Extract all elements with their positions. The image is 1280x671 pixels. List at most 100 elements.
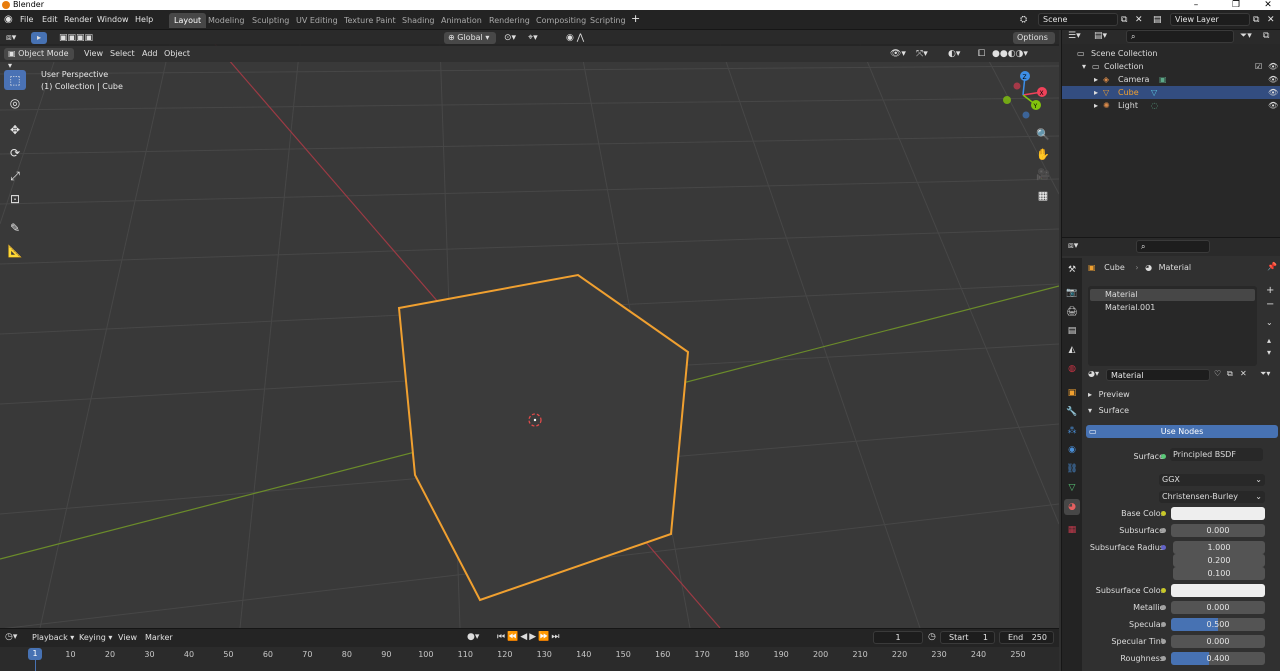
subsurface-radius-y-field[interactable]: 0.200 bbox=[1173, 554, 1265, 567]
selection-mode-icons[interactable]: ▣▣▣▣ bbox=[55, 32, 97, 44]
menu-edit[interactable]: Edit bbox=[42, 14, 58, 26]
tab-sculpting[interactable]: Sculpting bbox=[247, 13, 294, 28]
expand-arrow-icon[interactable]: ▾ bbox=[1082, 60, 1086, 73]
timeline-menu-marker[interactable]: Marker bbox=[141, 632, 177, 644]
rotate-tool[interactable]: ⟳ bbox=[4, 143, 26, 163]
options-dropdown[interactable]: Options ▾ bbox=[1013, 32, 1055, 54]
move-slot-up-icon[interactable]: ▴ bbox=[1267, 336, 1271, 345]
subsurface-field[interactable]: 0.000 bbox=[1171, 524, 1265, 537]
subsurface-color-swatch[interactable] bbox=[1171, 584, 1265, 597]
view-layer-selector[interactable]: View Layer bbox=[1170, 13, 1250, 26]
outliner-collection[interactable]: ▾ ▭ Collection ☑ 👁 bbox=[1062, 60, 1280, 73]
properties-search[interactable]: ⌕ bbox=[1136, 240, 1210, 253]
transform-tool[interactable]: ⊡ bbox=[4, 189, 26, 209]
render-tab-icon[interactable]: 📷 bbox=[1064, 285, 1080, 301]
ortho-grid-icon[interactable]: ▦ bbox=[1033, 185, 1053, 205]
record-icon[interactable]: ●▾ bbox=[467, 632, 479, 642]
subsurface-method-dropdown[interactable]: Christensen-Burley ⌄ bbox=[1159, 491, 1265, 503]
subsurface-radius-z-field[interactable]: 0.100 bbox=[1173, 567, 1265, 580]
move-slot-down-icon[interactable]: ▾ bbox=[1267, 348, 1271, 357]
close-icon[interactable]: ✕ bbox=[1256, 0, 1280, 10]
outliner-search[interactable]: ⌕ bbox=[1126, 30, 1234, 43]
viewport-menu-view[interactable]: View bbox=[80, 48, 107, 60]
navigation-gizmo[interactable]: X Y Z bbox=[998, 70, 1058, 130]
use-nodes-button[interactable]: ▭ Use Nodes bbox=[1086, 425, 1278, 438]
constraints-tab-icon[interactable]: ⛓ bbox=[1064, 461, 1080, 477]
select-box-tool[interactable]: ⬚ bbox=[4, 70, 26, 90]
filter-icon[interactable]: ⏷▾ bbox=[1240, 31, 1252, 41]
timeline-menu-keying[interactable]: Keying ▾ bbox=[75, 632, 116, 644]
minimize-icon[interactable]: – bbox=[1184, 0, 1208, 10]
material-filter-icon[interactable]: ⏷▾ bbox=[1260, 369, 1270, 379]
unlink-material-icon[interactable]: ✕ bbox=[1240, 369, 1247, 378]
expand-arrow-icon[interactable]: ▸ bbox=[1094, 86, 1098, 99]
scale-tool[interactable]: ⤢ bbox=[4, 166, 26, 186]
xray-icon[interactable]: ⧠ bbox=[974, 48, 989, 60]
camera-view-icon[interactable]: 🎥 bbox=[1033, 164, 1053, 184]
select-tool-icon[interactable]: ▸ bbox=[31, 32, 47, 44]
metallic-field[interactable]: 0.000 bbox=[1171, 601, 1265, 614]
timeline-menu-view[interactable]: View bbox=[114, 632, 141, 644]
shading-mode-icons[interactable]: ●●◐◑▾ bbox=[988, 48, 1032, 60]
subsurface-radius-x-field[interactable]: 1.000 bbox=[1173, 541, 1265, 554]
material-tab-icon[interactable]: ◕ bbox=[1064, 499, 1080, 515]
outliner-scene-collection[interactable]: ▭ Scene Collection bbox=[1062, 47, 1280, 60]
viewport-menu-object[interactable]: Object bbox=[160, 48, 194, 60]
pan-hand-icon[interactable]: ✋ bbox=[1033, 144, 1053, 164]
light-visibility-icon[interactable]: 👁 bbox=[1268, 99, 1278, 112]
camera-visibility-icon[interactable]: 👁 bbox=[1268, 73, 1278, 86]
base-color-swatch[interactable] bbox=[1171, 507, 1265, 520]
distribution-dropdown[interactable]: GGX ⌄ bbox=[1159, 474, 1265, 486]
new-collection-icon[interactable]: ⧉ bbox=[1263, 31, 1269, 41]
texture-tab-icon[interactable]: ▦ bbox=[1064, 522, 1080, 538]
duplicate-material-icon[interactable]: ⧉ bbox=[1227, 369, 1233, 379]
expand-arrow-icon[interactable]: ▸ bbox=[1094, 99, 1098, 112]
collection-checkbox-icon[interactable]: ☑ bbox=[1255, 60, 1262, 73]
tab-scripting[interactable]: Scripting bbox=[585, 13, 631, 28]
timeline-menu-playback[interactable]: Playback ▾ bbox=[28, 632, 78, 644]
outliner-item-light[interactable]: ▸ ✺ Light ◌ 👁 bbox=[1062, 99, 1280, 112]
delete-scene-icon[interactable]: ✕ bbox=[1135, 14, 1143, 26]
tool-tab-icon[interactable]: ⚒ bbox=[1064, 262, 1080, 278]
scene-selector[interactable]: Scene bbox=[1038, 13, 1118, 26]
start-frame-field[interactable]: Start 1 bbox=[940, 631, 995, 644]
view-layer-icon[interactable]: ▤ bbox=[1153, 14, 1162, 26]
new-view-layer-icon[interactable]: ⧉ bbox=[1253, 14, 1259, 26]
material-name-field[interactable]: Material bbox=[1106, 369, 1210, 381]
roughness-slider[interactable]: 0.400 bbox=[1171, 652, 1265, 665]
proportional-edit-icon[interactable]: ◉ ⋀ bbox=[562, 32, 588, 44]
object-tab-icon[interactable]: ▣ bbox=[1064, 385, 1080, 401]
physics-tab-icon[interactable]: ◉ bbox=[1064, 442, 1080, 458]
expand-arrow-icon[interactable]: ▸ bbox=[1094, 73, 1098, 86]
tab-uv-editing[interactable]: UV Editing bbox=[291, 13, 343, 28]
tab-shading[interactable]: Shading bbox=[397, 13, 440, 28]
add-workspace-icon[interactable]: + bbox=[631, 13, 640, 25]
pivot-point-icon[interactable]: ⊙▾ bbox=[500, 32, 520, 44]
scene-tab-icon[interactable]: ◭ bbox=[1064, 342, 1080, 358]
specular-tint-field[interactable]: 0.000 bbox=[1171, 635, 1265, 648]
properties-editor-icon[interactable]: ⧈▾ bbox=[1068, 241, 1078, 251]
tab-modeling[interactable]: Modeling bbox=[203, 13, 249, 28]
material-browse-icon[interactable]: ◕▾ bbox=[1088, 369, 1099, 378]
display-mode-icon[interactable]: ▤▾ bbox=[1094, 31, 1107, 41]
new-scene-icon[interactable]: ⧉ bbox=[1121, 14, 1127, 26]
pin-icon[interactable]: 📌 bbox=[1267, 262, 1277, 271]
outliner-item-cube[interactable]: ▸ ▽ Cube ▽ 👁 bbox=[1062, 86, 1280, 99]
gizmo-toggle-icon[interactable]: ⤧▾ bbox=[912, 48, 932, 60]
snap-icon[interactable]: ⌖▾ bbox=[524, 32, 542, 44]
scene-icon[interactable]: ⛭ bbox=[1020, 14, 1027, 26]
slot-specials-icon[interactable]: ⌄ bbox=[1266, 318, 1273, 327]
maximize-icon[interactable]: ❐ bbox=[1224, 0, 1248, 10]
material-slot-item[interactable]: Material.001 bbox=[1090, 302, 1255, 314]
menu-render[interactable]: Render bbox=[64, 14, 92, 26]
tab-rendering[interactable]: Rendering bbox=[484, 13, 535, 28]
material-selector[interactable]: ◕▾ Material ♡ ⧉ ✕ bbox=[1088, 369, 1248, 381]
outliner-item-camera[interactable]: ▸ ◈ Camera ▣ 👁 bbox=[1062, 73, 1280, 86]
collection-visibility-icon[interactable]: 👁 bbox=[1268, 60, 1278, 73]
tab-texture-paint[interactable]: Texture Paint bbox=[339, 13, 401, 28]
outliner-editor-icon[interactable]: ☰▾ bbox=[1068, 31, 1081, 41]
move-tool[interactable]: ✥ bbox=[4, 120, 26, 140]
menu-window[interactable]: Window bbox=[97, 14, 129, 26]
particles-tab-icon[interactable]: ⁂ bbox=[1064, 423, 1080, 439]
tab-layout[interactable]: Layout bbox=[169, 13, 207, 28]
